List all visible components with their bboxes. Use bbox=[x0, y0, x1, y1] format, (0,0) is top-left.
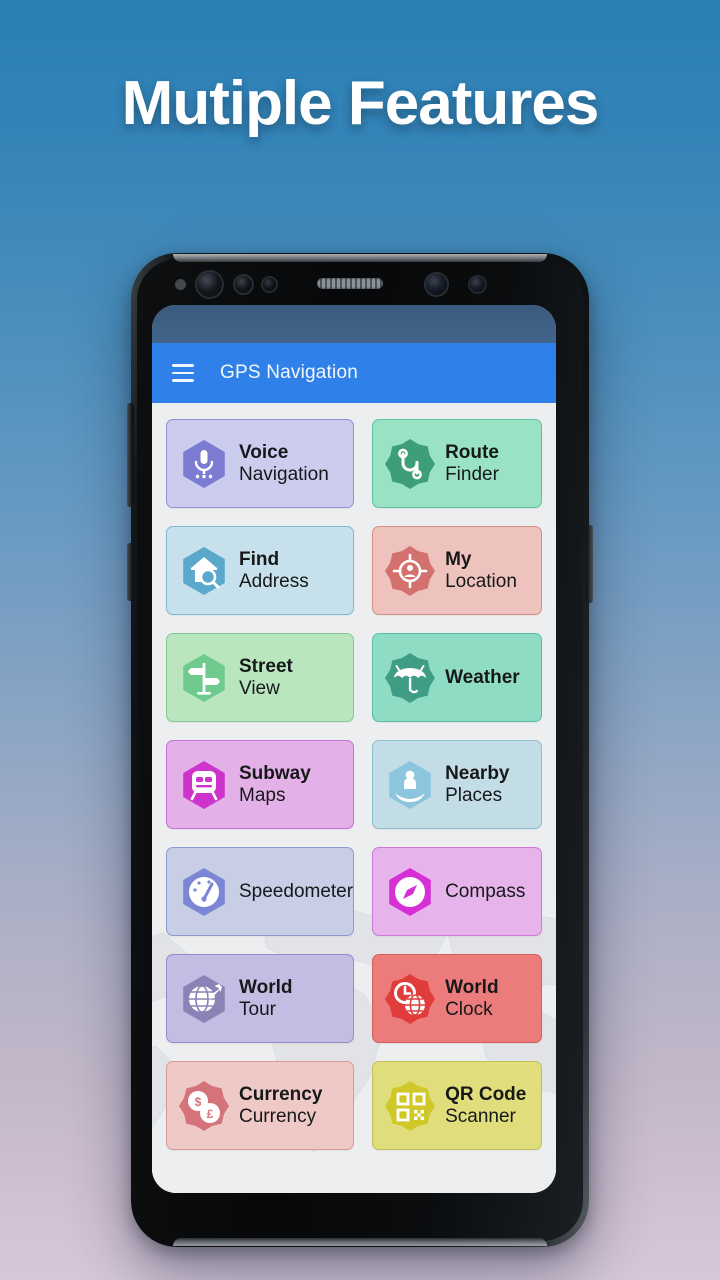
coins-icon: $ £ bbox=[178, 1080, 230, 1132]
feature-label: Route Finder bbox=[445, 442, 499, 485]
feature-tile-weather[interactable]: Weather bbox=[372, 633, 542, 722]
iris-scanner-icon bbox=[235, 276, 252, 293]
secondary-camera-icon bbox=[426, 274, 447, 295]
feature-label-line1: QR Code bbox=[445, 1084, 527, 1106]
feature-tile-world-clock[interactable]: World Clock bbox=[372, 954, 542, 1043]
feature-label: Subway Maps bbox=[239, 763, 311, 806]
home-search-icon bbox=[178, 545, 230, 597]
power-button[interactable] bbox=[586, 525, 593, 603]
led-indicator-icon bbox=[470, 277, 485, 292]
location-target-icon bbox=[384, 545, 436, 597]
phone-device-frame: GPS Navigation Voice Navigation Route Finde… bbox=[127, 253, 593, 1247]
svg-text:£: £ bbox=[207, 1107, 214, 1121]
hamburger-menu-icon[interactable] bbox=[172, 364, 194, 382]
feature-tile-voice-navigation[interactable]: Voice Navigation bbox=[166, 419, 355, 508]
feature-label: Street View bbox=[239, 656, 293, 699]
light-sensor-icon bbox=[263, 278, 276, 291]
phone-screen: GPS Navigation Voice Navigation Route Finde… bbox=[152, 305, 556, 1193]
volume-button[interactable] bbox=[127, 403, 134, 507]
feature-label-line1: My bbox=[445, 549, 472, 571]
qr-code-icon bbox=[384, 1080, 436, 1132]
status-bar bbox=[152, 305, 556, 343]
front-camera-icon bbox=[197, 272, 222, 297]
assistant-button[interactable] bbox=[127, 543, 134, 601]
feature-tile-find-address[interactable]: Find Address bbox=[166, 526, 355, 615]
feature-label: QR Code Scanner bbox=[445, 1084, 526, 1127]
feature-tile-currency[interactable]: $ £ Currency Currency bbox=[166, 1061, 355, 1150]
feature-label-line2: Scanner bbox=[445, 1105, 516, 1127]
feature-label: Compass bbox=[445, 881, 525, 902]
feature-tile-subway-maps[interactable]: Subway Maps bbox=[166, 740, 355, 829]
phone-bottom-rim bbox=[173, 1238, 547, 1246]
feature-label-line1: World bbox=[239, 977, 293, 999]
feature-label: Nearby Places bbox=[445, 763, 509, 806]
feature-label-line1: Voice bbox=[239, 442, 289, 464]
feature-label: Currency Currency bbox=[239, 1084, 322, 1127]
feature-label: World Tour bbox=[239, 977, 292, 1020]
feature-label-line1: Compass bbox=[445, 880, 526, 902]
feature-label-line2: Finder bbox=[445, 463, 499, 485]
feature-tile-speedometer[interactable]: Speedometer bbox=[166, 847, 355, 936]
page-title: Mutiple Features bbox=[121, 69, 600, 138]
feature-tile-route-finder[interactable]: Route Finder bbox=[372, 419, 542, 508]
feature-label: My Location bbox=[445, 549, 517, 592]
signpost-icon bbox=[178, 652, 230, 704]
feature-label-line1: World bbox=[445, 977, 499, 999]
feature-tile-compass[interactable]: Compass bbox=[372, 847, 542, 936]
app-content: Voice Navigation Route Finder Find Address My L… bbox=[152, 403, 556, 1193]
app-bar: GPS Navigation bbox=[152, 343, 556, 403]
svg-text:$: $ bbox=[195, 1095, 202, 1109]
compass-icon bbox=[384, 866, 436, 918]
person-place-icon bbox=[384, 759, 436, 811]
globe-plane-icon bbox=[178, 973, 230, 1025]
microphone-icon bbox=[178, 438, 230, 490]
feature-label-line1: Speedometer bbox=[239, 880, 354, 902]
feature-label: Find Address bbox=[239, 549, 309, 592]
route-path-icon bbox=[384, 438, 436, 490]
umbrella-icon bbox=[384, 652, 436, 704]
feature-label-line1: Find bbox=[239, 549, 280, 571]
feature-label-line2: Clock bbox=[445, 998, 493, 1020]
train-icon bbox=[178, 759, 230, 811]
feature-label-line1: Currency bbox=[239, 1084, 323, 1106]
feature-label-line2: View bbox=[239, 677, 280, 699]
earpiece-speaker-icon bbox=[317, 278, 383, 289]
feature-label-line2: Places bbox=[445, 784, 503, 806]
feature-label-line2: Maps bbox=[239, 784, 286, 806]
phone-top-bezel bbox=[131, 253, 577, 309]
feature-tile-world-tour[interactable]: World Tour bbox=[166, 954, 355, 1043]
feature-label-line1: Weather bbox=[445, 666, 520, 688]
feature-label-line2: Currency bbox=[239, 1105, 317, 1127]
feature-label-line1: Nearby bbox=[445, 763, 510, 785]
feature-label-line2: Tour bbox=[239, 998, 276, 1020]
feature-label: Voice Navigation bbox=[239, 442, 329, 485]
feature-label-line1: Route bbox=[445, 442, 499, 464]
feature-label-line2: Navigation bbox=[239, 463, 329, 485]
feature-tile-my-location[interactable]: My Location bbox=[372, 526, 542, 615]
proximity-sensor-icon bbox=[175, 279, 186, 290]
feature-tile-nearby-places[interactable]: Nearby Places bbox=[372, 740, 542, 829]
app-title: GPS Navigation bbox=[220, 362, 358, 383]
feature-label: World Clock bbox=[445, 977, 498, 1020]
feature-label-line1: Street bbox=[239, 656, 293, 678]
feature-label: Speedometer bbox=[239, 881, 353, 902]
feature-tile-street-view[interactable]: Street View bbox=[166, 633, 355, 722]
feature-label-line2: Location bbox=[445, 570, 517, 592]
feature-tile-qr-code-scanner[interactable]: QR Code Scanner bbox=[372, 1061, 542, 1150]
clock-globe-icon bbox=[384, 973, 436, 1025]
feature-label: Weather bbox=[445, 667, 520, 688]
feature-label-line1: Subway bbox=[239, 763, 311, 785]
feature-grid: Voice Navigation Route Finder Find Address My L… bbox=[166, 419, 542, 1150]
feature-label-line2: Address bbox=[239, 570, 309, 592]
gauge-icon bbox=[178, 866, 230, 918]
